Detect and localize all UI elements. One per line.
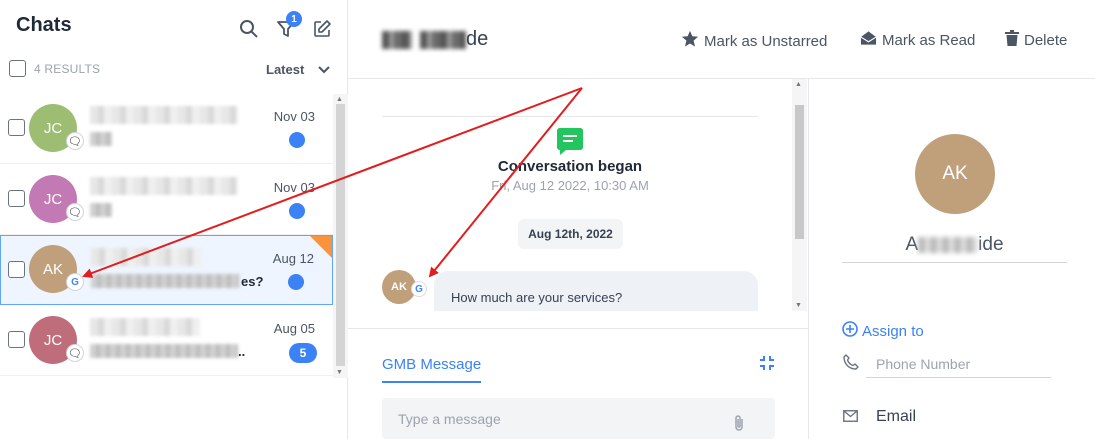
collapse-icon[interactable]	[759, 355, 775, 376]
filter-count-badge: 1	[286, 11, 302, 27]
chats-title: Chats	[16, 14, 72, 36]
email-label: Email	[876, 408, 917, 425]
phone-icon	[843, 354, 859, 375]
date-separator-pill: Aug 12th, 2022	[518, 219, 623, 249]
chat-list: JC 🗨 Nov 03 JC 🗨 Nov 03 AK G es? Aug 12 …	[0, 94, 333, 378]
search-icon[interactable]	[238, 18, 260, 40]
chat-date: Aug 12	[272, 251, 314, 266]
envelope-open-icon	[860, 30, 877, 50]
scroll-up-icon[interactable]: ▲	[795, 81, 802, 88]
divider	[842, 262, 1067, 263]
profile-avatar: AK	[915, 134, 995, 214]
profile-name-suffix: ide	[978, 234, 1004, 255]
chat-list-scrollbar[interactable]: ▲ ▼	[333, 94, 348, 378]
assign-to-button[interactable]: Assign to	[842, 321, 924, 341]
chat-icon: 🗨	[66, 203, 84, 221]
conversation-scrollbar[interactable]: ▲ ▼	[792, 79, 807, 311]
chat-snippet: ..	[238, 344, 246, 359]
mark-read-button[interactable]: Mark as Read	[860, 30, 975, 50]
scroll-up-icon[interactable]: ▲	[336, 96, 343, 103]
row-checkbox[interactable]	[8, 331, 25, 348]
redacted-snippet	[91, 274, 239, 288]
message-input[interactable]	[382, 398, 775, 439]
profile-name: Aide	[842, 234, 1067, 256]
paperclip-icon[interactable]	[733, 414, 745, 437]
redacted-name	[91, 248, 201, 266]
redacted-name	[90, 177, 238, 195]
chat-icon: 🗨	[66, 132, 84, 150]
unread-dot	[288, 274, 304, 290]
scrollbar-thumb[interactable]	[795, 105, 804, 239]
row-checkbox[interactable]	[8, 190, 25, 207]
envelope-icon	[843, 409, 858, 426]
results-count: 4 RESULTS	[34, 62, 101, 76]
chat-row-selected[interactable]: AK G es? Aug 12	[0, 235, 333, 305]
conversation-started-icon	[557, 128, 583, 155]
unread-dot	[289, 203, 305, 219]
unread-dot	[289, 132, 305, 148]
sort-label: Latest	[266, 62, 305, 77]
chat-row[interactable]: JC 🗨 .. Aug 05 5	[0, 306, 333, 376]
redacted-name-part	[382, 30, 412, 49]
plus-circle-icon	[842, 321, 858, 341]
chevron-down-icon	[318, 62, 330, 77]
redacted-name	[90, 318, 200, 336]
redacted-snippet	[90, 203, 112, 217]
divider	[808, 79, 809, 439]
chat-icon: 🗨	[66, 344, 84, 362]
row-checkbox[interactable]	[8, 119, 25, 136]
redacted-name	[90, 106, 238, 124]
chat-list-panel: Chats 1 4 RESULTS Latest JC 🗨 Nov 03 JC	[0, 0, 348, 439]
scrollbar-thumb[interactable]	[336, 104, 345, 366]
compose-icon[interactable]	[311, 18, 333, 40]
mark-unstarred-label: Mark as Unstarred	[704, 32, 828, 50]
scroll-down-icon[interactable]: ▼	[336, 369, 343, 376]
mark-read-label: Mark as Read	[882, 31, 976, 49]
profile-name-prefix: A	[905, 234, 919, 255]
delete-label: Delete	[1024, 31, 1068, 49]
redacted-name-part	[420, 30, 466, 49]
phone-number-field[interactable]	[866, 350, 1051, 378]
redacted-snippet	[90, 344, 238, 358]
mark-unstarred-button[interactable]: Mark as Unstarred	[681, 30, 827, 52]
delete-button[interactable]: Delete	[1005, 30, 1067, 50]
trash-icon	[1005, 30, 1019, 50]
message-text: How much are your services?	[451, 290, 623, 305]
google-icon: G	[66, 273, 84, 291]
unread-count-badge: 5	[289, 343, 317, 363]
chat-snippet: es?	[241, 274, 264, 289]
chat-date: Nov 03	[273, 109, 315, 124]
redacted-name-part	[918, 236, 979, 253]
google-icon: G	[411, 281, 427, 297]
chat-date: Aug 05	[273, 321, 315, 336]
divider	[348, 328, 808, 329]
chat-row[interactable]: JC 🗨 Nov 03	[0, 94, 333, 164]
message-bubble: How much are your services?	[434, 271, 758, 311]
conversation-began-time: Fri, Aug 12 2022, 10:30 AM	[491, 178, 649, 193]
divider	[382, 116, 758, 117]
conversation-began-label: Conversation began	[497, 158, 643, 175]
star-icon	[681, 30, 699, 52]
divider	[348, 78, 1095, 79]
sort-dropdown[interactable]: Latest	[266, 62, 330, 77]
contact-name-suffix: de	[466, 28, 489, 50]
contact-title: de	[382, 28, 488, 51]
chat-row[interactable]: JC 🗨 Nov 03	[0, 165, 333, 235]
scroll-down-icon[interactable]: ▼	[795, 302, 802, 309]
chat-date: Nov 03	[273, 180, 315, 195]
tab-gmb-message[interactable]: GMB Message	[382, 356, 482, 383]
select-all-checkbox[interactable]	[9, 60, 26, 77]
assign-to-label: Assign to	[862, 322, 924, 340]
redacted-snippet	[90, 132, 112, 146]
row-checkbox[interactable]	[8, 261, 25, 278]
